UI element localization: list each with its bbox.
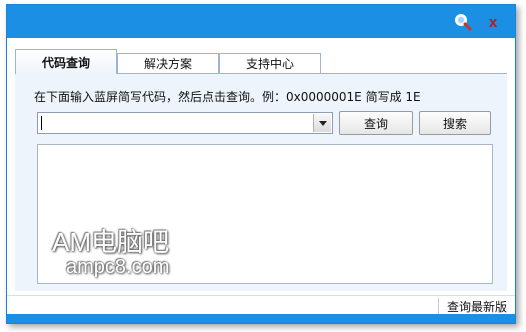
instruction-text: 在下面输入蓝屏简写代码，然后点击查询。例：0x0000001E 简写成 1E	[34, 90, 421, 104]
title-bar: x	[7, 5, 515, 38]
tab-support-center[interactable]: 支持中心	[219, 53, 321, 73]
dropdown-button[interactable]	[313, 114, 331, 132]
chevron-down-icon	[318, 120, 327, 126]
code-query-panel: 在下面输入蓝屏简写代码，然后点击查询。例：0x0000001E 简写成 1E 查…	[15, 73, 507, 291]
close-button[interactable]: x	[483, 12, 503, 32]
search-button[interactable]: 搜索	[419, 111, 491, 135]
tab-solutions[interactable]: 解决方案	[117, 53, 219, 73]
bottom-border	[7, 314, 515, 323]
status-bar: 查询最新版	[7, 295, 515, 315]
query-button[interactable]: 查询	[339, 111, 413, 135]
app-window: x 代码查询 解决方案 支持中心 在下面输入蓝屏简写代码，然后点击查询。例：0x…	[6, 4, 516, 324]
close-icon: x	[488, 13, 498, 31]
result-area[interactable]	[37, 144, 493, 284]
check-update-link[interactable]: 查询最新版	[437, 298, 507, 315]
text-caret	[41, 116, 42, 130]
tab-code-query[interactable]: 代码查询	[15, 49, 117, 74]
search-icon[interactable]	[453, 12, 473, 32]
code-input[interactable]	[37, 112, 333, 134]
tab-bar: 代码查询 解决方案 支持中心	[15, 49, 507, 74]
